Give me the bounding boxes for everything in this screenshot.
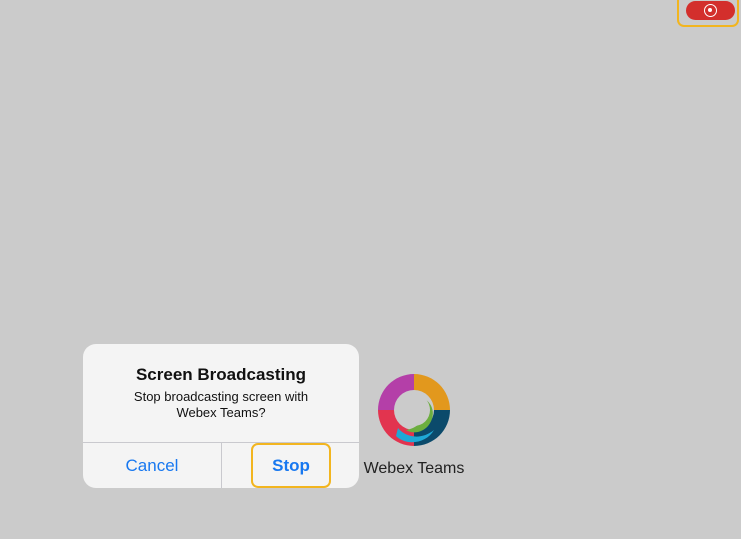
stop-button-highlight [251, 443, 331, 488]
app-label-webex-teams: Webex Teams [363, 460, 465, 477]
cancel-button[interactable]: Cancel [83, 443, 221, 488]
recording-indicator-highlight [677, 0, 739, 27]
webex-center [398, 394, 430, 426]
webex-teams-icon[interactable] [376, 372, 452, 448]
alert-message: Stop broadcasting screen with Webex Team… [133, 389, 309, 420]
alert-title: Screen Broadcasting [135, 365, 307, 384]
